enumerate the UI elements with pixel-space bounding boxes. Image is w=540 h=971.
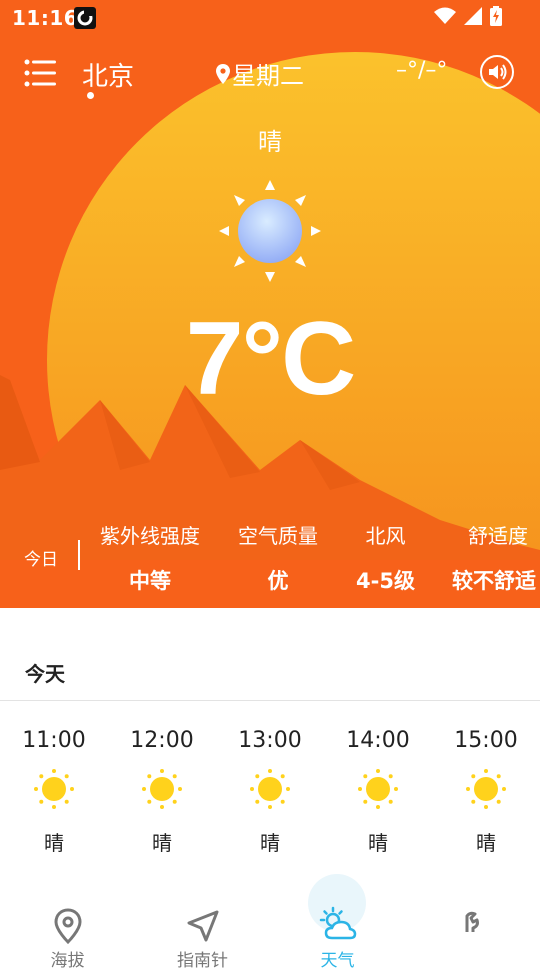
city-name[interactable]: 北京 <box>82 56 134 93</box>
index-value: 4-5级 <box>356 569 415 593</box>
hamburger-menu-icon <box>24 59 56 87</box>
sun-icon <box>358 769 398 809</box>
hourly-forecast-item: 12:00 晴 <box>108 728 216 856</box>
hour-condition: 晴 <box>260 831 280 855</box>
nav-item-tools[interactable] <box>405 888 540 946</box>
index-value: 中等 <box>129 569 171 593</box>
sun-icon <box>250 769 290 809</box>
nav-item-weather[interactable]: 天气 <box>270 888 405 971</box>
tools-icon <box>465 911 479 932</box>
location-weekday: 星期二 <box>216 56 304 91</box>
index-label: 舒适度 <box>468 524 528 548</box>
weather-hero: 11:16 北京 星期二 –°/–° 晴 7°C 今日 紫外线强度 中等 空气质… <box>0 0 540 608</box>
sun-icon <box>466 769 506 809</box>
status-time: 11:16 <box>12 6 79 30</box>
hour-time: 13:00 <box>238 728 302 753</box>
wifi-icon <box>434 7 456 24</box>
vertical-divider <box>78 540 80 570</box>
index-value: 较不舒适 <box>452 569 536 593</box>
temperature-range: –°/–° <box>396 58 448 83</box>
hourly-forecast-item: 15:00 晴 <box>432 728 540 856</box>
index-wind: 北风 4-5级 <box>356 520 415 595</box>
hourly-forecast-item: 14:00 晴 <box>324 728 432 856</box>
sun-icon <box>34 769 74 809</box>
hour-time: 14:00 <box>346 728 410 753</box>
signal-icon <box>464 7 482 25</box>
index-label: 空气质量 <box>238 524 318 548</box>
index-value: 优 <box>267 569 289 593</box>
location-pin-icon <box>53 908 82 945</box>
index-comfort: 舒适度 较不舒适 <box>452 520 536 595</box>
location-pin-icon <box>216 63 230 84</box>
weather-sun-cloud-icon <box>319 906 356 940</box>
hourly-forecast-item: 11:00 晴 <box>0 728 108 856</box>
voice-broadcast-button[interactable] <box>480 55 514 89</box>
hour-condition: 晴 <box>476 831 496 855</box>
sunny-weather-icon <box>219 180 321 282</box>
status-icons <box>434 6 502 26</box>
nav-label: 指南针 <box>177 951 228 971</box>
hour-time: 12:00 <box>130 728 194 753</box>
status-bar: 11:16 <box>0 0 540 36</box>
hour-time: 15:00 <box>454 728 518 753</box>
notification-app-icon <box>74 7 96 29</box>
nav-label: 海拔 <box>50 951 85 971</box>
speaker-icon <box>489 64 507 80</box>
hour-condition: 晴 <box>368 831 388 855</box>
battery-charging-icon <box>490 6 502 26</box>
hour-condition: 晴 <box>44 831 64 855</box>
weekday-label: 星期二 <box>232 62 304 90</box>
nav-label: 天气 <box>320 951 355 971</box>
index-uv: 紫外线强度 中等 <box>100 520 200 595</box>
today-label: 今日 <box>24 550 58 570</box>
index-air-quality: 空气质量 优 <box>238 520 318 595</box>
forecast-title: 今天 <box>25 662 65 686</box>
menu-button[interactable] <box>24 58 58 88</box>
current-condition: 晴 <box>258 128 282 156</box>
nav-item-compass[interactable]: 指南针 <box>135 888 270 971</box>
divider <box>0 700 540 701</box>
nav-item-altitude[interactable]: 海拔 <box>0 888 135 971</box>
sun-icon <box>142 769 182 809</box>
hour-time: 11:00 <box>22 728 86 753</box>
hour-condition: 晴 <box>152 831 172 855</box>
page-indicator-dot <box>87 92 94 99</box>
compass-arrow-icon <box>187 910 218 942</box>
hourly-forecast-item: 13:00 晴 <box>216 728 324 856</box>
current-temperature: 7°C <box>185 301 357 417</box>
index-label: 北风 <box>365 524 406 548</box>
index-label: 紫外线强度 <box>100 524 200 548</box>
